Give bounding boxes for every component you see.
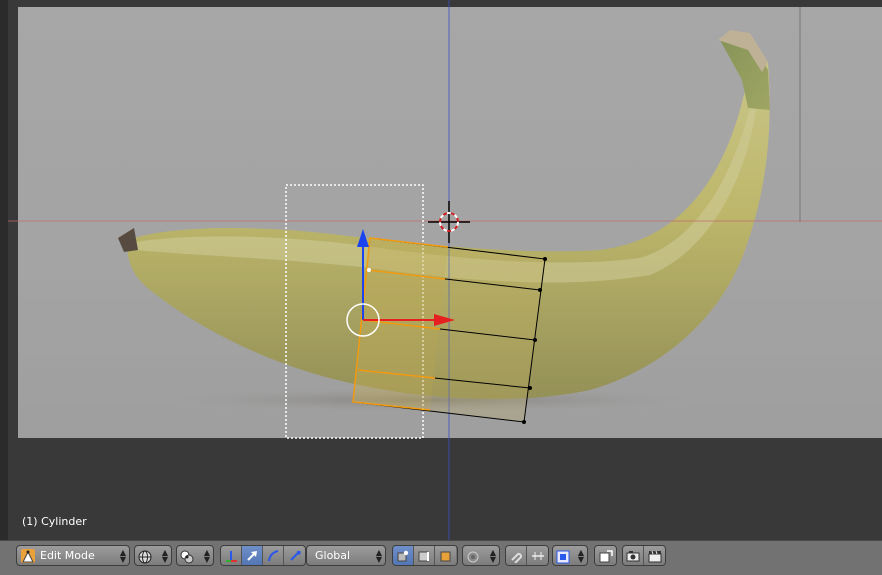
updown-arrows-icon: ▲ ▼ bbox=[375, 547, 382, 564]
updown-arrows-icon: ▲ ▼ bbox=[577, 547, 584, 564]
vertex-select-button[interactable] bbox=[393, 546, 414, 565]
edge-select-icon bbox=[418, 551, 429, 561]
snap-target-icon bbox=[556, 549, 570, 563]
snap-target-dropdown[interactable]: ▲ ▼ bbox=[552, 545, 588, 566]
rotate-arc-icon bbox=[268, 549, 279, 561]
select-mode-group bbox=[392, 545, 458, 566]
mesh-vertex[interactable] bbox=[543, 257, 547, 261]
render-group bbox=[594, 545, 617, 566]
mesh-vertex[interactable] bbox=[522, 420, 526, 424]
updown-arrows-icon: ▲ ▼ bbox=[161, 547, 168, 564]
manipulator-toggle-button[interactable] bbox=[221, 546, 242, 565]
updown-arrows-icon: ▲ ▼ bbox=[119, 547, 126, 564]
translate-manipulator-button[interactable] bbox=[242, 546, 263, 565]
updown-arrows-icon: ▲ ▼ bbox=[489, 547, 496, 564]
viewport-header: Edit Mode ▲ ▼ ▲ ▼ ▲ ▼ Global ▲ ▼ ▲ ▼ ▲ ▼ bbox=[0, 540, 882, 575]
animation-render-button[interactable] bbox=[644, 546, 665, 565]
viewport-shading-dropdown[interactable]: ▲ ▼ bbox=[134, 545, 172, 566]
camera-group bbox=[622, 545, 666, 566]
rotate-manipulator-button[interactable] bbox=[263, 546, 284, 565]
viewport-scene[interactable] bbox=[0, 0, 882, 540]
3d-viewport[interactable]: (1) Cylinder bbox=[0, 0, 882, 540]
scale-manipulator-button[interactable] bbox=[284, 546, 305, 565]
camera-render-button[interactable] bbox=[623, 546, 644, 565]
object-info-label: (1) Cylinder bbox=[22, 515, 87, 528]
snap-group bbox=[505, 545, 549, 566]
mesh-vertex[interactable] bbox=[533, 338, 537, 342]
edit-mode-icon bbox=[21, 548, 35, 563]
render-button[interactable] bbox=[595, 546, 616, 565]
updown-arrows-icon: ▲ ▼ bbox=[203, 547, 210, 564]
pivot-point-icon bbox=[180, 549, 194, 563]
vertex-select-icon bbox=[397, 550, 409, 561]
mode-label: Edit Mode bbox=[40, 549, 95, 562]
clapperboard-icon bbox=[648, 550, 661, 562]
snap-element-button[interactable] bbox=[527, 546, 548, 565]
sphere-shading-icon bbox=[138, 549, 152, 563]
proportional-editing-icon bbox=[466, 549, 480, 563]
face-select-icon bbox=[440, 551, 450, 561]
mesh-active-vertex[interactable] bbox=[367, 268, 371, 272]
mesh-vertex[interactable] bbox=[528, 386, 532, 390]
pivot-point-dropdown[interactable]: ▲ ▼ bbox=[176, 545, 214, 566]
manipulator-group bbox=[220, 545, 306, 566]
scale-icon bbox=[289, 550, 300, 561]
snap-increment-icon bbox=[531, 551, 544, 560]
mode-dropdown[interactable]: Edit Mode ▲ ▼ bbox=[16, 545, 130, 566]
manipulator-toggle-icon bbox=[226, 550, 237, 562]
orientation-label: Global bbox=[315, 549, 351, 562]
translate-arrow-icon bbox=[247, 550, 257, 561]
edge-select-button[interactable] bbox=[414, 546, 435, 565]
camera-icon bbox=[626, 550, 640, 561]
render-icon bbox=[599, 549, 613, 562]
snap-toggle-button[interactable] bbox=[506, 546, 527, 565]
mesh-vertex[interactable] bbox=[538, 288, 542, 292]
snap-magnet-icon bbox=[511, 552, 523, 563]
proportional-editing-dropdown[interactable]: ▲ ▼ bbox=[462, 545, 500, 566]
face-select-button[interactable] bbox=[435, 546, 456, 565]
transform-orientation-dropdown[interactable]: Global ▲ ▼ bbox=[306, 545, 386, 566]
